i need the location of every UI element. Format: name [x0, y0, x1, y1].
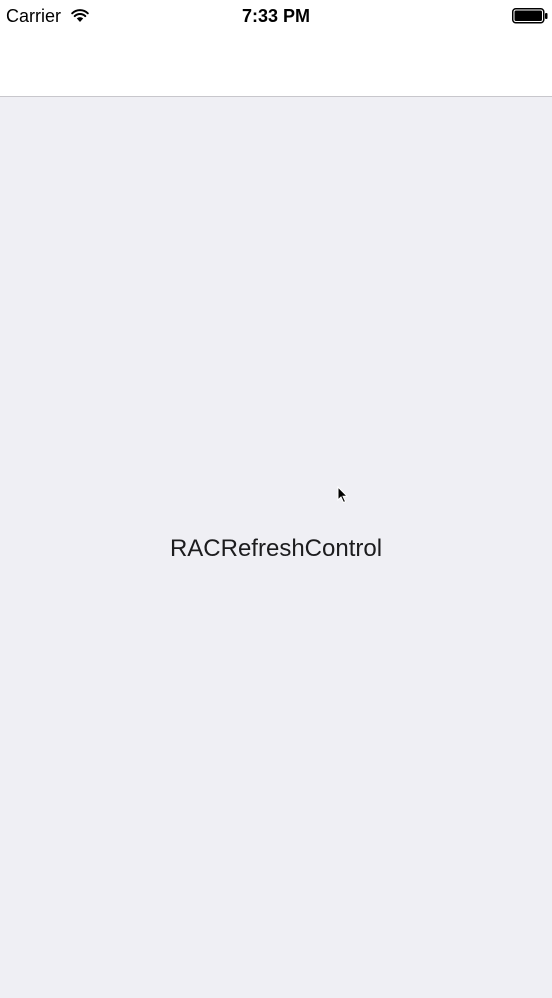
center-label: RACRefreshControl [169, 535, 383, 562]
navigation-bar [0, 32, 552, 97]
main-content[interactable]: RACRefreshControl [0, 97, 552, 998]
status-bar: Carrier 7:33 PM [0, 0, 552, 32]
status-time: 7:33 PM [241, 6, 311, 26]
mouse-pointer-icon [337, 486, 349, 504]
battery-icon [512, 8, 548, 24]
app-screen: Carrier 7:33 PM RACRefreshControl [0, 0, 552, 998]
